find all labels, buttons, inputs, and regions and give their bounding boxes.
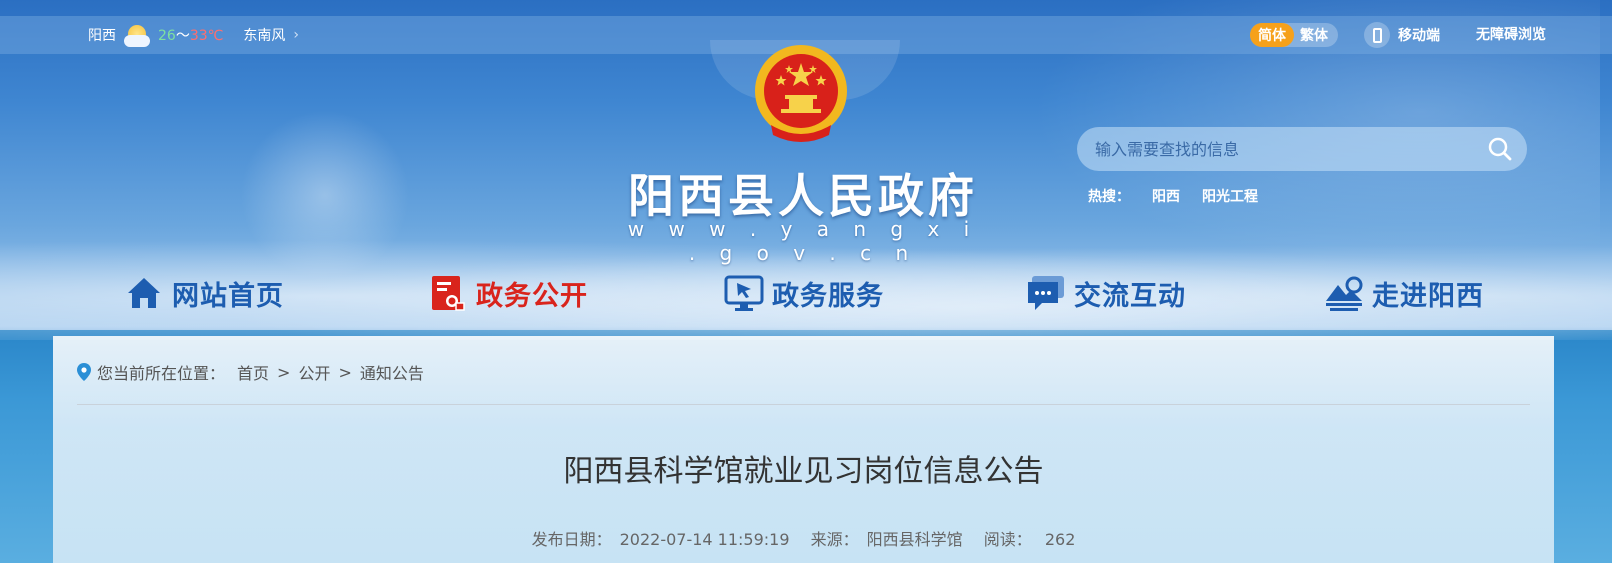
lang-traditional-button[interactable]: 繁体: [1294, 23, 1338, 47]
source: 来源： 阳西县科学馆: [807, 530, 967, 549]
breadcrumb-item-public[interactable]: 公开: [298, 360, 330, 384]
publish-date: 发布日期： 2022-07-14 11:59:19: [528, 530, 794, 549]
view-count: 阅读： 262: [980, 530, 1080, 549]
wind-direction: 东南风: [243, 28, 286, 44]
nav-item-home[interactable]: 网站首页: [124, 265, 284, 321]
weather-city: 阳西: [88, 28, 116, 44]
hot-search-label: 热搜：: [1088, 189, 1130, 205]
nav-item-label: 网站首页: [172, 280, 284, 312]
breadcrumb-label: 您当前所在位置：: [97, 364, 226, 383]
search-box: [1077, 127, 1527, 171]
nav-item-label: 政务公开: [476, 280, 588, 312]
article-title: 阳西县科学馆就业见习岗位信息公告: [563, 454, 1044, 489]
chevron-right-icon[interactable]: ›: [293, 27, 299, 43]
national-emblem-logo: [755, 45, 847, 142]
temp-high: 33℃: [189, 28, 224, 44]
nav-item-label: 交流互动: [1074, 280, 1186, 312]
weather-widget: 阳西 26～33℃ 东南风 ›: [88, 16, 299, 54]
document-icon: [432, 276, 465, 311]
search-input[interactable]: [1095, 127, 1475, 171]
source-value: 阳西县科学馆: [866, 530, 963, 549]
breadcrumb-separator: >: [277, 362, 291, 382]
breadcrumb-item-home[interactable]: 首页: [237, 360, 269, 384]
accessibility-link[interactable]: 无障碍浏览: [1476, 16, 1546, 54]
source-label: 来源：: [810, 530, 859, 549]
service-screen-icon: [724, 275, 764, 311]
chat-icon: [1028, 276, 1064, 310]
temp-separator: ～: [175, 28, 190, 44]
publish-date-label: 发布日期：: [531, 530, 612, 549]
view-count-label: 阅读：: [983, 530, 1032, 549]
content-panel: 您当前所在位置： 首页 > 公开 > 通知公告 阳西县科学馆就业见习岗位信息公告…: [53, 336, 1554, 563]
nav-item-interaction[interactable]: 交流互动: [1026, 265, 1186, 321]
nav-item-about-yangxi[interactable]: 走进阳西: [1324, 265, 1484, 321]
phone-icon: [1364, 22, 1390, 48]
temperature: 26～33℃: [158, 25, 223, 45]
breadcrumb-item-notices[interactable]: 通知公告: [360, 360, 424, 384]
landscape-icon: [1326, 276, 1363, 311]
language-switch: 简体 繁体: [1250, 23, 1338, 47]
breadcrumb-separator: >: [338, 362, 352, 382]
sunny-cloud-icon: [122, 23, 152, 47]
temp-low: 26: [158, 28, 176, 44]
location-pin-icon: [77, 363, 91, 381]
search-icon[interactable]: [1487, 136, 1513, 162]
divider: [77, 404, 1530, 405]
mobile-link[interactable]: 移动端: [1364, 20, 1440, 50]
nav-item-label: 走进阳西: [1372, 280, 1484, 312]
home-icon: [128, 278, 160, 308]
view-count-value: 262: [1044, 530, 1076, 549]
nav-item-gov-affairs[interactable]: 政务公开: [428, 265, 588, 321]
breadcrumb: 您当前所在位置： 首页 > 公开 > 通知公告: [77, 360, 424, 384]
mobile-link-label: 移动端: [1398, 28, 1440, 44]
hot-search-term[interactable]: 阳西: [1152, 186, 1180, 206]
nav-item-label: 政务服务: [772, 280, 884, 312]
publish-date-value: 2022-07-14 11:59:19: [619, 530, 790, 549]
nav-item-gov-services[interactable]: 政务服务: [724, 265, 884, 321]
main-nav: 网站首页 政务公开 政务服务 交流互动 走进阳西: [0, 265, 1612, 321]
hot-search: 热搜： 阳西 阳光工程: [1088, 186, 1258, 206]
lang-simplified-button[interactable]: 简体: [1250, 23, 1294, 47]
hot-search-term[interactable]: 阳光工程: [1202, 186, 1258, 206]
site-url: w w w . y a n g x i . g o v . c n: [627, 217, 979, 265]
article-meta: 发布日期： 2022-07-14 11:59:19 来源： 阳西县科学馆 阅读： 2…: [53, 526, 1554, 550]
